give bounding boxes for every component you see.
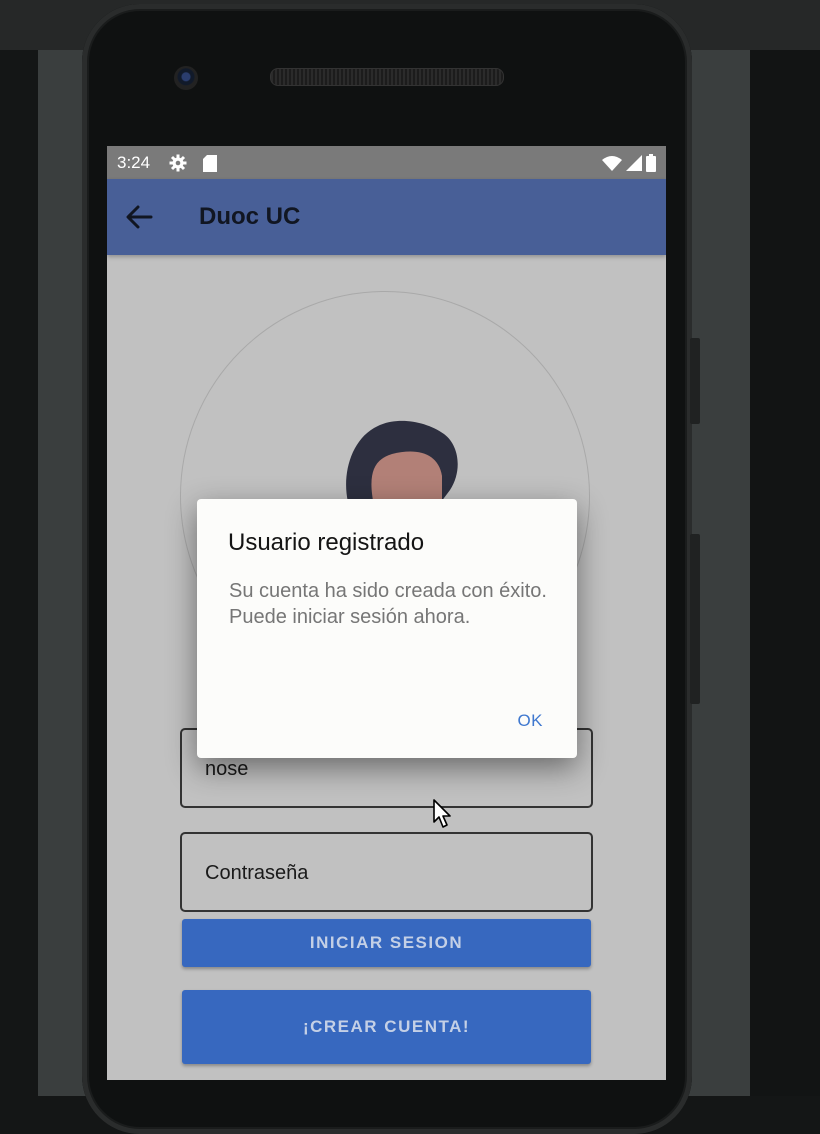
registration-dialog: Usuario registrado Su cuenta ha sido cre… (197, 499, 577, 758)
power-button[interactable] (690, 338, 700, 424)
dialog-title: Usuario registrado (228, 529, 425, 556)
dialog-message: Su cuenta ha sido creada con éxito. Pued… (229, 580, 547, 628)
wifi-icon (602, 156, 622, 171)
battery-icon (646, 154, 656, 172)
username-value: nose (205, 758, 249, 780)
create-account-button[interactable]: ¡CREAR CUENTA! (182, 990, 591, 1064)
mouse-cursor-icon (433, 799, 451, 828)
password-placeholder: Contraseña (205, 862, 309, 884)
front-camera-icon (174, 66, 198, 90)
status-right-icons (602, 154, 656, 172)
app-bar: Duoc UC (107, 179, 666, 255)
status-bar: 3:24 (107, 146, 666, 179)
cell-signal-icon (626, 155, 642, 171)
emulator-right-panel (750, 50, 820, 1096)
earpiece-speaker (270, 68, 504, 86)
dialog-ok-button[interactable]: OK (517, 711, 543, 731)
volume-button[interactable] (690, 534, 700, 704)
login-button[interactable]: INICIAR SESION (182, 919, 591, 967)
back-arrow-icon[interactable] (125, 203, 153, 231)
settings-gear-icon (169, 154, 187, 172)
status-time: 3:24 (117, 153, 151, 172)
sd-card-icon (203, 155, 217, 172)
avatar-illustration (346, 420, 458, 506)
password-field[interactable]: Contraseña (180, 832, 593, 912)
app-title: Duoc UC (199, 203, 301, 230)
